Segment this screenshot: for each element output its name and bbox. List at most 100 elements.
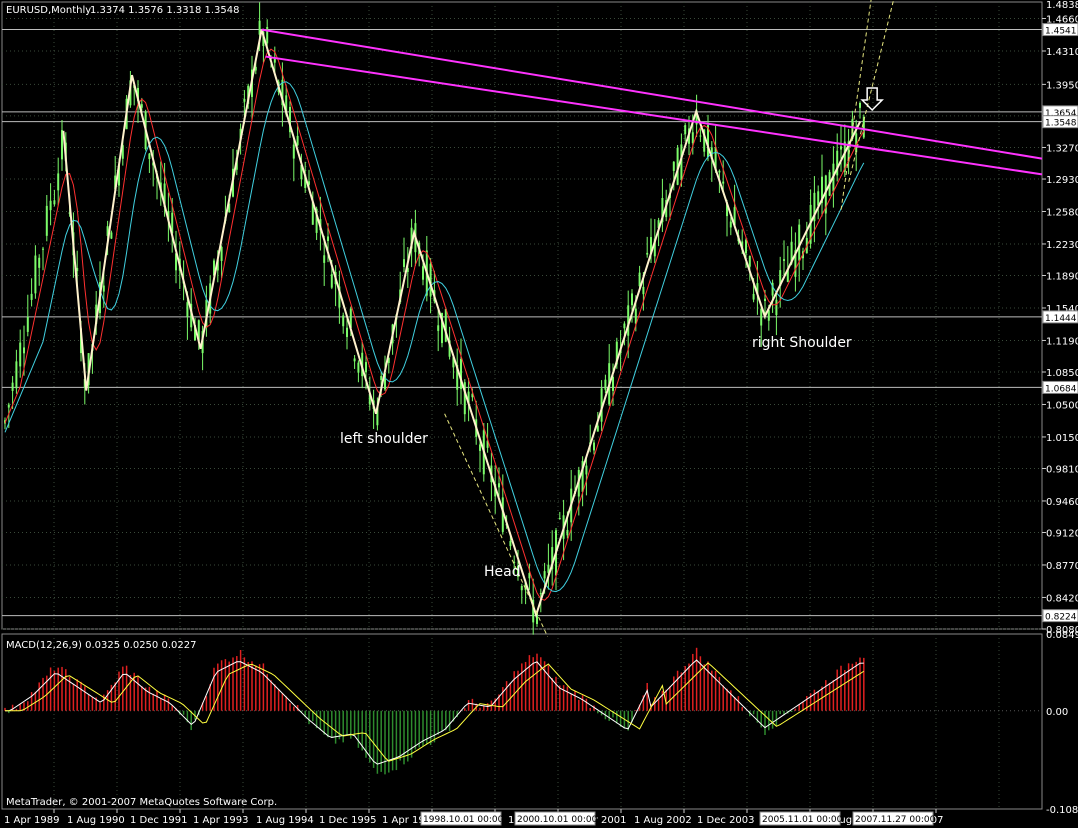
y-tick-label: 0.8770 <box>1046 561 1078 572</box>
date-marker-label: 2005.11.01 00:00 <box>762 815 843 825</box>
candle-body <box>110 232 113 239</box>
candle-body <box>672 161 675 171</box>
x-tick-label: 1 Dec 1995 <box>319 815 377 826</box>
y-tick-label: 0.8420 <box>1046 593 1078 604</box>
y-tick-label: 1.3950 <box>1046 80 1078 91</box>
candle-body <box>593 442 595 451</box>
candle-body <box>243 98 246 102</box>
candle-body <box>353 358 356 362</box>
y-tick-label: 1.0150 <box>1046 433 1078 444</box>
candle-body <box>760 308 763 326</box>
candle-body <box>26 316 29 332</box>
y-tick-label: 0.9810 <box>1046 464 1078 475</box>
date-marker-label: 1998.10.01 00:00 <box>423 815 504 825</box>
candle-body <box>539 593 542 595</box>
candle-body <box>342 315 345 327</box>
candle-body <box>623 323 626 329</box>
candle-body <box>296 135 299 146</box>
candle-body <box>479 444 481 451</box>
price-tag-label: 0.8224 <box>1045 613 1077 623</box>
price-tag-label: 1.1444 <box>1045 314 1077 324</box>
candle-body <box>783 259 785 261</box>
annotation-label: left shoulder <box>340 431 428 447</box>
y-tick-label: 0.9120 <box>1046 529 1078 540</box>
candle-body <box>498 483 500 488</box>
candle-body <box>684 125 687 135</box>
annotation-label: right Shoulder <box>752 335 852 351</box>
candle-body <box>53 200 56 205</box>
macd-panel-frame <box>1 633 1043 810</box>
x-tick-label: 1 Apr 1993 <box>193 815 248 826</box>
candle-body <box>729 221 732 228</box>
candle-body <box>45 205 48 236</box>
zigzag-line <box>62 29 862 619</box>
y-tick-label: 1.0850 <box>1046 368 1078 379</box>
y-tick-label: 1.0500 <box>1046 400 1078 411</box>
candle-body <box>102 285 105 292</box>
y-tick-label: 1.3270 <box>1046 143 1078 154</box>
candle-body <box>323 255 326 263</box>
candle-body <box>748 256 751 267</box>
chart-window: 1.46601.43101.39501.36101.32701.29301.25… <box>0 0 1078 828</box>
candle-body <box>220 246 223 261</box>
x-tick-label: 1 Aug 1994 <box>256 815 314 826</box>
candle-body <box>327 236 329 241</box>
neckline-trendline <box>261 28 1043 160</box>
candle-body <box>691 132 694 144</box>
y-tick-label: 1.1890 <box>1046 272 1078 283</box>
down-arrow-icon <box>860 87 884 112</box>
candle-body <box>817 191 820 206</box>
x-tick-label: 1 Dec 1991 <box>130 815 188 826</box>
candle-body <box>752 293 755 300</box>
candle-body <box>23 347 25 354</box>
candle-body <box>520 585 523 591</box>
candle-body <box>34 255 37 294</box>
candle-body <box>631 293 633 306</box>
ma-fast-line <box>4 48 865 601</box>
candle-body <box>722 181 725 184</box>
candle-body <box>646 252 649 255</box>
x-tick-label: 1 Dec 2003 <box>697 815 755 826</box>
x-tick-label: 1 Apr 1989 <box>4 815 59 826</box>
candle-body <box>422 266 424 280</box>
candle-body <box>357 362 360 373</box>
candle-body <box>543 571 546 579</box>
y-tick-label: 1.2930 <box>1046 175 1078 186</box>
candle-body <box>509 541 512 547</box>
y-tick-label: 1.2230 <box>1046 240 1078 251</box>
candle-body <box>764 298 766 302</box>
candle-body <box>775 299 778 316</box>
dashed-channel-line <box>848 0 895 182</box>
chart-title: EURUSD,Monthly <box>6 5 91 16</box>
candle-body <box>186 302 189 317</box>
macd-y-tick-label: -0.1086 <box>1046 805 1078 816</box>
copyright-text: MetaTrader, © 2001-2007 MetaQuotes Softw… <box>6 797 277 808</box>
candle-body <box>596 425 599 432</box>
candle-body <box>437 325 440 331</box>
macd-title: MACD(12,26,9) 0.0325 0.0250 0.0227 <box>6 640 196 651</box>
x-tick-label: 1 Aug 1990 <box>67 815 125 826</box>
candle-body <box>19 342 22 367</box>
candle-body <box>642 286 645 295</box>
candle-body <box>403 259 405 267</box>
candle-body <box>346 327 348 337</box>
candle-body <box>634 308 637 324</box>
price-tag-label: 1.3548 <box>1045 119 1077 129</box>
candle-body <box>745 239 747 254</box>
candle-body <box>49 200 52 211</box>
date-marker-label: 2000.10.01 00:00 <box>517 815 598 825</box>
candle-body <box>699 135 702 137</box>
ohlc-readout: 1.3374 1.3576 1.3318 1.3548 <box>90 5 240 16</box>
neckline-trendline <box>265 55 1043 176</box>
price-tag-label: 1.4541 <box>1045 27 1077 37</box>
candle-body <box>140 104 143 108</box>
y-tick-label: 0.9460 <box>1046 497 1078 508</box>
ma-slow-line <box>4 81 865 593</box>
candle-body <box>718 170 721 173</box>
candle-body <box>612 376 614 392</box>
candle-body <box>273 58 276 63</box>
y-tick-label: 1.4310 <box>1046 47 1078 58</box>
candle-body <box>585 465 588 475</box>
candle-body <box>566 529 569 536</box>
candle-body <box>840 146 842 150</box>
